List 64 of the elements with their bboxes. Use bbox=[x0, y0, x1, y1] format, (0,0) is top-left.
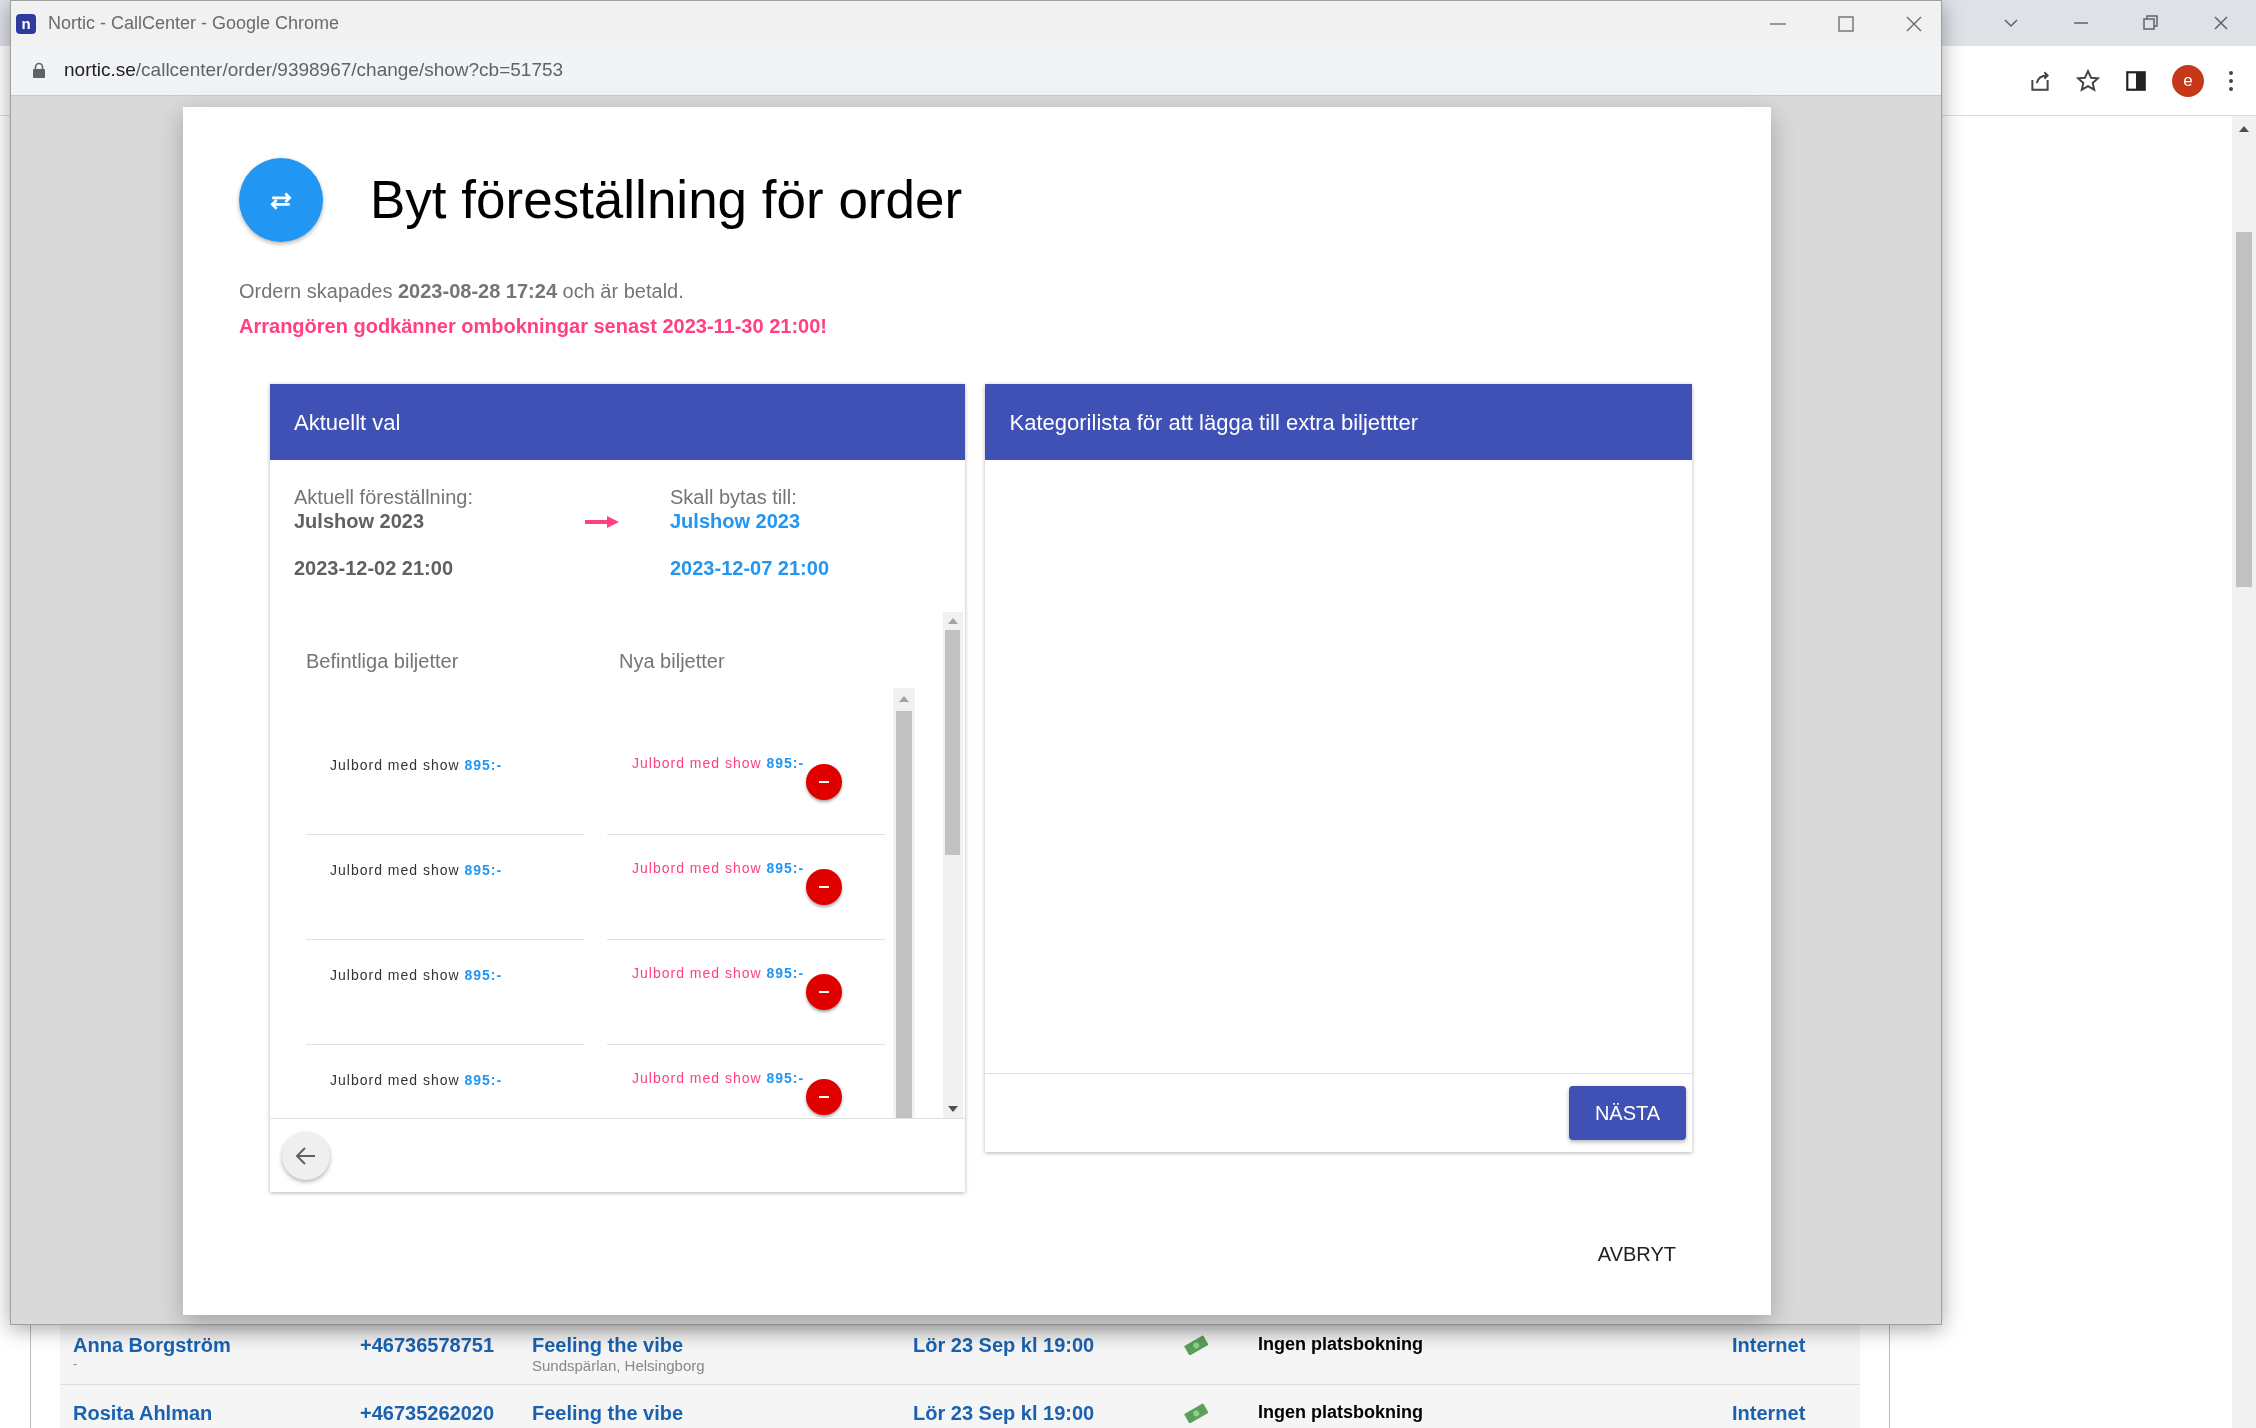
remove-button[interactable] bbox=[806, 869, 843, 905]
url-text[interactable]: nortic.se/callcenter/order/9398967/change/show?cb=51753 bbox=[64, 56, 564, 85]
minus-icon bbox=[819, 781, 830, 783]
event-name[interactable]: Feeling the vibe bbox=[532, 1333, 913, 1357]
event-date[interactable]: Lör 23 Sep kl 19:00 bbox=[913, 1334, 1095, 1356]
event-name[interactable]: Feeling the vibe bbox=[532, 1401, 913, 1425]
maximize-icon[interactable] bbox=[1837, 14, 1855, 33]
new-show[interactable]: Julshow 2023 bbox=[670, 509, 829, 533]
ticket-item: Julbord med show 895:- bbox=[632, 859, 805, 878]
window-title: Nortic - CallCenter - Google Chrome bbox=[48, 12, 340, 35]
dialog-title: Byt föreställning för order bbox=[370, 170, 963, 230]
close-icon[interactable] bbox=[2212, 14, 2230, 32]
cancel-button[interactable]: AVBRYT bbox=[1581, 1231, 1692, 1277]
current-date: 2023-12-02 21:00 bbox=[294, 556, 454, 580]
venue-text: Sundspärlan, Helsingborg bbox=[532, 1357, 706, 1375]
phone-number[interactable]: +46735262020 bbox=[360, 1402, 495, 1424]
profile-avatar[interactable]: e bbox=[2172, 64, 2204, 97]
ticket-item: Julbord med show 895:- bbox=[330, 1072, 503, 1088]
card-title: Aktuellt val bbox=[294, 408, 401, 437]
ticket-item: Julbord med show 895:- bbox=[330, 967, 503, 983]
field-label: Aktuell föreställning: bbox=[294, 485, 474, 509]
star-icon[interactable] bbox=[2076, 68, 2100, 93]
minus-icon bbox=[819, 1096, 830, 1098]
remove-button[interactable] bbox=[806, 974, 843, 1010]
seating-text: Ingen platsbokning bbox=[1258, 1402, 1423, 1422]
field-label: Skall bytas till: bbox=[670, 485, 798, 509]
sales-channel[interactable]: Internet bbox=[1732, 1334, 1806, 1356]
card-title: Kategorilista för att lägga till extra biljettter bbox=[1009, 408, 1418, 437]
ticket-item: Julbord med show 895:- bbox=[330, 862, 503, 878]
customer-name[interactable]: Anna Borgström bbox=[73, 1333, 360, 1357]
column-heading: Befintliga biljetter bbox=[306, 649, 460, 674]
right-arrow-icon bbox=[584, 515, 620, 529]
scrollbar[interactable] bbox=[892, 688, 915, 1118]
ticket-item: Julbord med show 895:- bbox=[330, 757, 503, 773]
ticket-item: Julbord med show 895:- bbox=[632, 754, 805, 773]
customer-name[interactable]: Rosita Ahlman bbox=[73, 1401, 360, 1425]
banknote-icon bbox=[1184, 1335, 1208, 1355]
order-info-text: Ordern skapades 2023-08-28 17:24 och är betald. bbox=[239, 279, 685, 303]
menu-icon[interactable] bbox=[2228, 69, 2234, 92]
lock-icon bbox=[32, 62, 46, 79]
app-logo: n bbox=[16, 13, 36, 34]
minus-icon bbox=[819, 991, 830, 993]
new-date[interactable]: 2023-12-07 21:00 bbox=[670, 556, 829, 580]
phone-number[interactable]: +46736578751 bbox=[360, 1334, 495, 1356]
sales-channel[interactable]: Internet bbox=[1732, 1402, 1806, 1424]
column-heading: Nya biljetter bbox=[619, 649, 725, 674]
back-arrow-icon bbox=[295, 1144, 317, 1167]
seating-text: Ingen platsbokning bbox=[1258, 1334, 1423, 1354]
scrollbar[interactable] bbox=[2232, 116, 2256, 1428]
scrollbar[interactable] bbox=[942, 612, 963, 1118]
current-show: Julshow 2023 bbox=[294, 509, 426, 533]
ticket-item: Julbord med show 895:- bbox=[632, 1069, 805, 1088]
event-date[interactable]: Lör 23 Sep kl 19:00 bbox=[913, 1402, 1095, 1424]
back-button[interactable] bbox=[282, 1131, 330, 1180]
remove-button[interactable] bbox=[806, 764, 843, 800]
ticket-item: Julbord med show 895:- bbox=[632, 964, 805, 983]
close-icon[interactable] bbox=[1905, 14, 1923, 33]
minus-icon bbox=[819, 886, 830, 888]
deadline-warning: Arrangören godkänner ombokningar senast 2023-11-30 21:00! bbox=[239, 314, 828, 338]
next-button[interactable]: NÄSTA bbox=[1569, 1086, 1686, 1140]
remove-button[interactable] bbox=[806, 1079, 843, 1115]
restore-icon[interactable] bbox=[2142, 14, 2160, 32]
side-panel-icon[interactable] bbox=[2124, 68, 2148, 93]
customer-note: - bbox=[73, 1357, 79, 1371]
